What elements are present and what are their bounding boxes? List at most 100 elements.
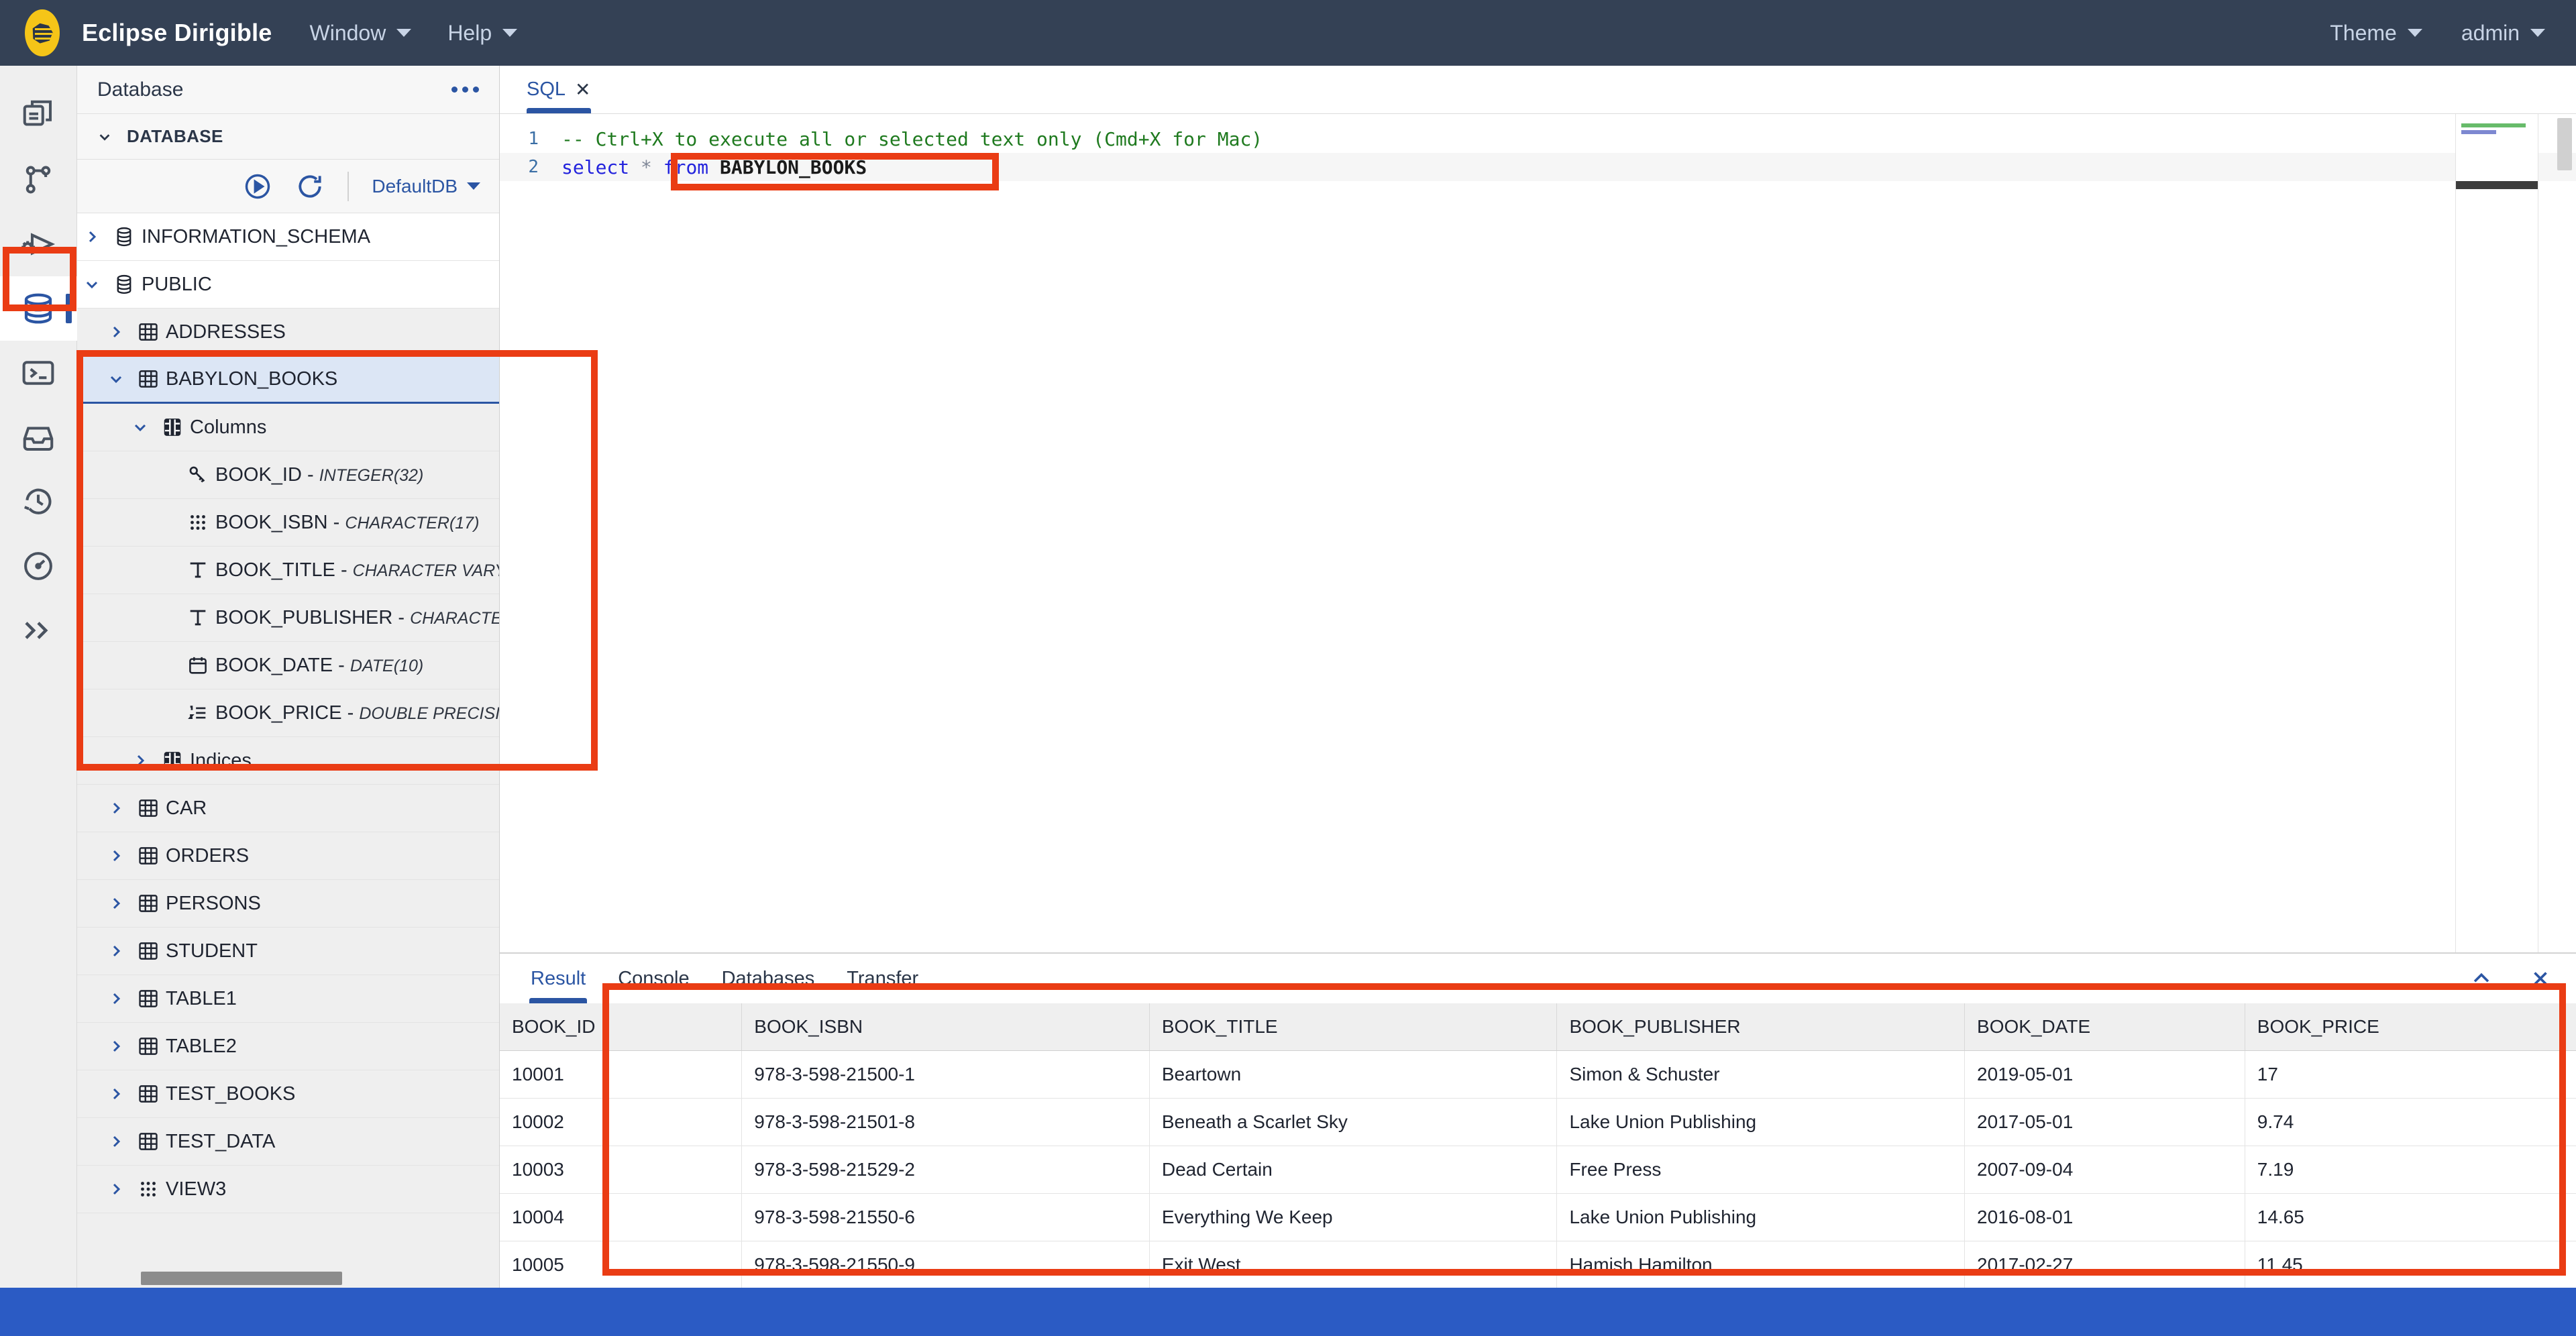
result-table-container[interactable]: BOOK_ID BOOK_ISBN BOOK_TITLE BOOK_PUBLISHER… bbox=[500, 1003, 2576, 1288]
database-tree: INFORMATION_SCHEMA PUBLIC ADDRESSES BABYLON… bbox=[77, 213, 499, 1288]
column-header-book_date[interactable]: BOOK_DATE bbox=[1964, 1003, 2245, 1051]
rail-item-jobs-history[interactable] bbox=[0, 469, 77, 534]
tree-item-label: STUDENT bbox=[166, 940, 258, 962]
rail-item-monitoring[interactable] bbox=[0, 534, 77, 598]
column-header-book_id[interactable]: BOOK_ID bbox=[500, 1003, 743, 1051]
menu-theme-label: Theme bbox=[2330, 20, 2397, 45]
chevron-down-icon bbox=[467, 182, 480, 190]
table-cell: Free Press bbox=[1556, 1146, 1966, 1194]
tree-item-label: ADDRESSES bbox=[166, 321, 286, 343]
tree-item-table2[interactable]: TABLE2 bbox=[77, 1023, 499, 1070]
minimap-viewport[interactable] bbox=[2456, 181, 2538, 189]
tree-item-book-id[interactable]: BOOK_ID - INTEGER(32) bbox=[77, 451, 499, 499]
menu-window-label: Window bbox=[309, 20, 386, 45]
column-header-book_title[interactable]: BOOK_TITLE bbox=[1149, 1003, 1558, 1051]
tree-item-label: TABLE1 bbox=[166, 987, 237, 1009]
chevron-right-icon[interactable] bbox=[101, 1181, 131, 1197]
rail-item-workbench[interactable] bbox=[0, 83, 77, 148]
toolbar-divider bbox=[347, 171, 350, 201]
tab-console[interactable]: Console bbox=[602, 954, 705, 1003]
rail-item-git[interactable] bbox=[0, 148, 77, 212]
tree-item-babylon-books[interactable]: BABYLON_BOOKS bbox=[77, 356, 499, 404]
table-cell: Simon & Schuster bbox=[1556, 1050, 1966, 1099]
table-row[interactable]: 10001 978-3-598-21500-1 Beartown Simon & Sc… bbox=[500, 1050, 2576, 1099]
tree-item-book-date[interactable]: BOOK_DATE - DATE(10) bbox=[77, 642, 499, 689]
chevron-down-icon[interactable] bbox=[77, 276, 107, 292]
menu-user-admin[interactable]: admin bbox=[2461, 21, 2545, 46]
tree-item-test-data[interactable]: TEST_DATA bbox=[77, 1118, 499, 1166]
tree-item-orders[interactable]: ORDERS bbox=[77, 832, 499, 880]
rail-item-repository[interactable] bbox=[0, 405, 77, 469]
table-icon bbox=[131, 1130, 166, 1153]
rail-item-terminal[interactable] bbox=[0, 341, 77, 405]
tree-item-information-schema[interactable]: INFORMATION_SCHEMA bbox=[77, 213, 499, 261]
chevron-right-icon[interactable] bbox=[101, 1133, 131, 1150]
menu-theme[interactable]: Theme bbox=[2330, 21, 2422, 46]
table-row[interactable]: 10004 978-3-598-21550-6 Everything We Keep… bbox=[500, 1193, 2576, 1241]
tree-item-book-publisher[interactable]: BOOK_PUBLISHER - CHARACTER VA bbox=[77, 594, 499, 642]
editor-minimap[interactable] bbox=[2455, 114, 2538, 952]
result-panel-tools bbox=[2470, 967, 2576, 990]
table-row[interactable]: 10002 978-3-598-21501-8 Beneath a Scarlet … bbox=[500, 1098, 2576, 1146]
datasource-select[interactable]: DefaultDB bbox=[372, 176, 480, 197]
tab-transfer[interactable]: Transfer bbox=[830, 954, 934, 1003]
chevron-right-icon[interactable] bbox=[125, 753, 155, 769]
git-branch-icon bbox=[25, 166, 51, 194]
table-icon bbox=[131, 368, 166, 390]
result-table: BOOK_ID BOOK_ISBN BOOK_TITLE BOOK_PUBLISHER… bbox=[500, 1003, 2576, 1288]
tree-item-test-books[interactable]: TEST_BOOKS bbox=[77, 1070, 499, 1118]
tree-item-addresses[interactable]: ADDRESSES bbox=[77, 309, 499, 356]
table-cell: 2017-02-27 bbox=[1964, 1241, 2245, 1288]
collapse-icon[interactable] bbox=[2470, 967, 2493, 990]
database-section-header[interactable]: DATABASE bbox=[77, 114, 499, 160]
tab-sql[interactable]: SQL ✕ bbox=[515, 65, 603, 113]
chevron-right-icon[interactable] bbox=[101, 800, 131, 816]
chevron-down-icon[interactable] bbox=[125, 419, 155, 435]
rail-item-more[interactable] bbox=[0, 598, 77, 663]
editor-vertical-scrollbar[interactable] bbox=[2557, 118, 2572, 170]
chevron-down-icon[interactable] bbox=[101, 371, 131, 387]
chevron-right-icon[interactable] bbox=[101, 1086, 131, 1102]
column-header-book_isbn[interactable]: BOOK_ISBN bbox=[741, 1003, 1150, 1051]
chevron-right-icon[interactable] bbox=[101, 991, 131, 1007]
more-options-icon[interactable] bbox=[451, 87, 479, 93]
chevron-right-icon[interactable] bbox=[101, 324, 131, 340]
table-cell: 978-3-598-21501-8 bbox=[741, 1098, 1150, 1146]
menu-help[interactable]: Help bbox=[447, 21, 518, 46]
column-header-book_price[interactable]: BOOK_PRICE bbox=[2245, 1003, 2576, 1051]
tab-databases[interactable]: Databases bbox=[706, 954, 831, 1003]
tree-item-book-isbn[interactable]: BOOK_ISBN - CHARACTER(17) bbox=[77, 499, 499, 547]
tree-item-persons[interactable]: PERSONS bbox=[77, 880, 499, 928]
tree-item-book-price[interactable]: BOOK_PRICE - DOUBLE PRECISION(5 bbox=[77, 689, 499, 737]
tree-item-label: TEST_DATA bbox=[166, 1130, 276, 1152]
chevron-right-icon[interactable] bbox=[101, 848, 131, 864]
menu-window[interactable]: Window bbox=[310, 21, 412, 46]
chevron-right-icon[interactable] bbox=[101, 943, 131, 959]
tree-item-public[interactable]: PUBLIC bbox=[77, 261, 499, 309]
tree-horizontal-scrollbar[interactable] bbox=[141, 1272, 342, 1285]
tree-item-view3[interactable]: VIEW3 bbox=[77, 1166, 499, 1213]
tree-item-table1[interactable]: TABLE1 bbox=[77, 975, 499, 1023]
tree-item-car[interactable]: CAR bbox=[77, 785, 499, 832]
rail-item-database[interactable] bbox=[0, 276, 77, 341]
table-row[interactable]: 10005 978-3-598-21550-9 Exit West Hamish Ha… bbox=[500, 1241, 2576, 1288]
close-icon[interactable] bbox=[2529, 967, 2552, 990]
table-cell: 10003 bbox=[500, 1146, 743, 1194]
chevron-right-icon[interactable] bbox=[101, 895, 131, 911]
tree-item-student[interactable]: STUDENT bbox=[77, 928, 499, 975]
column-header-book_publisher[interactable]: BOOK_PUBLISHER bbox=[1556, 1003, 1966, 1051]
chevron-down-icon bbox=[396, 29, 412, 37]
refresh-icon[interactable] bbox=[295, 172, 325, 201]
tab-result[interactable]: Result bbox=[515, 954, 602, 1003]
chevron-right-icon[interactable] bbox=[101, 1038, 131, 1054]
close-icon[interactable]: ✕ bbox=[575, 78, 590, 101]
sql-code-editor[interactable]: 1 -- Ctrl+X to execute all or selected t… bbox=[500, 114, 2576, 952]
tab-transfer-label: Transfer bbox=[847, 967, 919, 989]
tree-item-book-title[interactable]: BOOK_TITLE - CHARACTER VARYING( bbox=[77, 547, 499, 594]
table-row[interactable]: 10003 978-3-598-21529-2 Dead Certain Free P… bbox=[500, 1146, 2576, 1194]
tree-item-columns[interactable]: Columns bbox=[77, 404, 499, 451]
chevron-right-icon[interactable] bbox=[77, 229, 107, 245]
tree-item-indices[interactable]: Indices bbox=[77, 737, 499, 785]
run-query-icon[interactable] bbox=[243, 172, 272, 201]
rail-item-debug[interactable] bbox=[0, 212, 77, 276]
